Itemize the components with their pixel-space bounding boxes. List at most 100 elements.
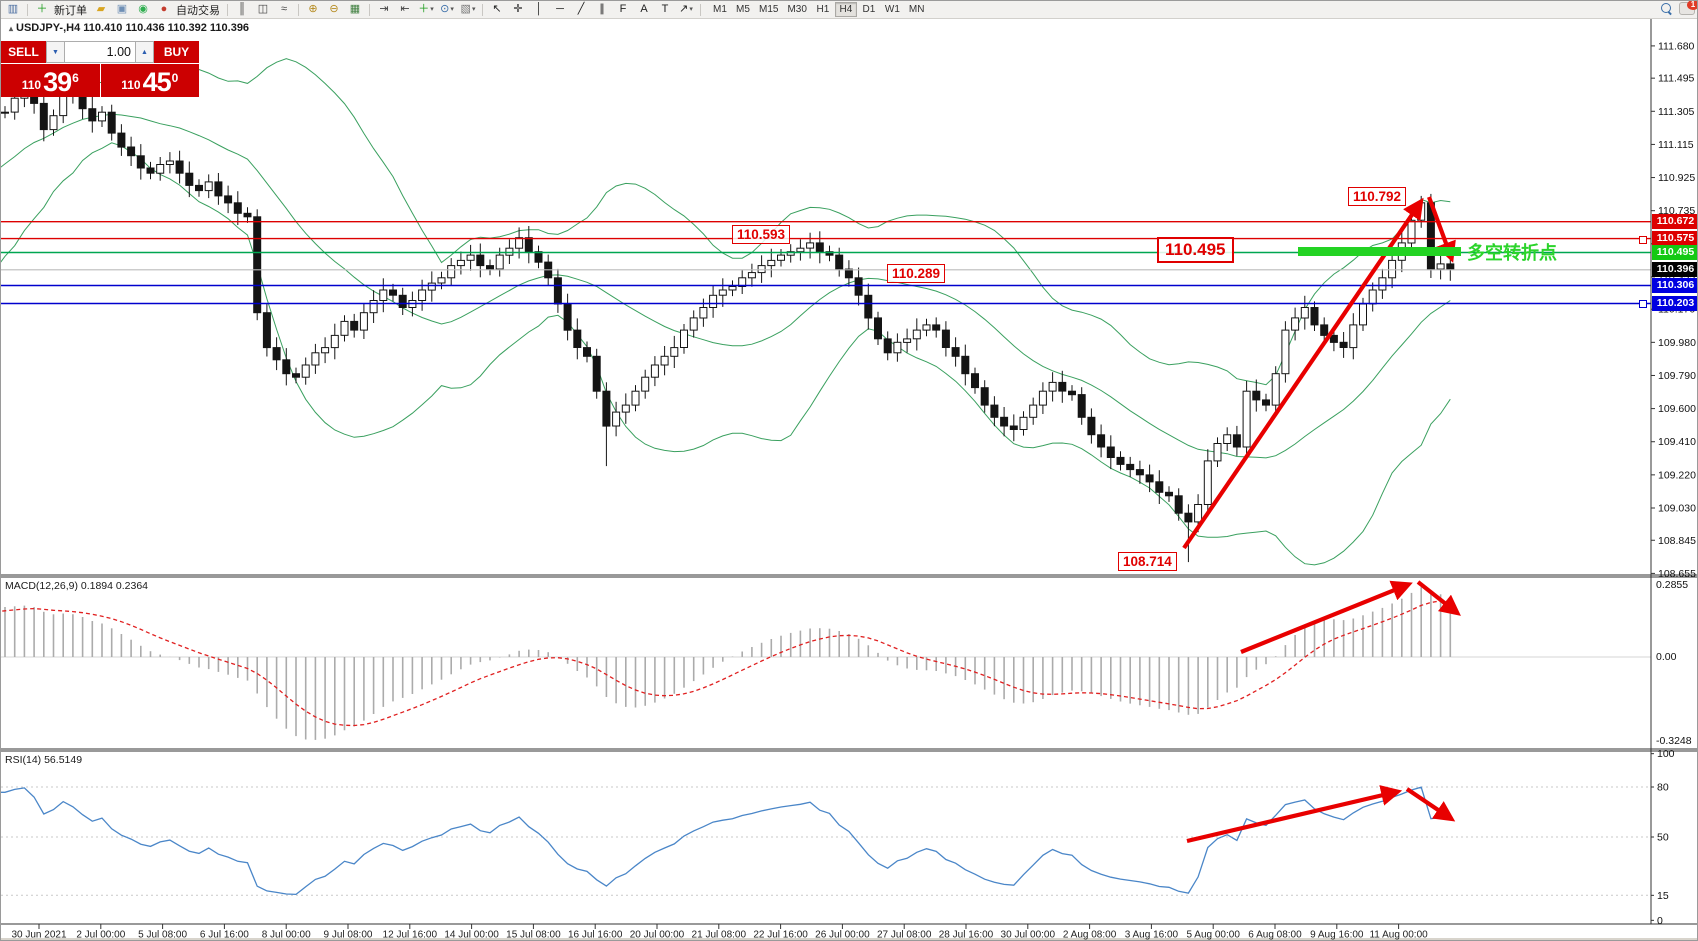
dropdown-caret-icon[interactable]: ▾ <box>430 2 434 17</box>
price-annotation-110-495[interactable]: 110.495 <box>1157 237 1234 263</box>
indicators-icon[interactable]: ＋▾ <box>416 1 436 18</box>
svg-text:27 Jul 08:00: 27 Jul 08:00 <box>877 930 932 941</box>
text-icon[interactable]: A <box>634 1 654 18</box>
notifications-icon[interactable]: 1 <box>1679 2 1695 15</box>
autotrading-icon[interactable]: ● <box>154 1 174 18</box>
svg-text:109.980: 109.980 <box>1658 337 1696 349</box>
support-bar-annotation[interactable] <box>1298 247 1461 256</box>
price-tag-110.672: 110.672 <box>1652 214 1698 229</box>
svg-text:111.115: 111.115 <box>1658 139 1694 151</box>
svg-text:109.220: 109.220 <box>1658 469 1696 481</box>
rsi-up-trend-arrow[interactable] <box>1187 792 1396 841</box>
timeframe-w1[interactable]: W1 <box>881 2 904 17</box>
vertical-line-icon[interactable]: │ <box>529 1 549 18</box>
price-annotation-110-289[interactable]: 110.289 <box>887 264 945 283</box>
chart-window-icon[interactable]: ▥ <box>3 1 23 18</box>
price-annotation-108-714[interactable]: 108.714 <box>1118 552 1177 571</box>
templates-icon[interactable]: ▧▾ <box>458 1 478 18</box>
svg-text:111.305: 111.305 <box>1658 106 1695 118</box>
svg-text:28 Jul 16:00: 28 Jul 16:00 <box>939 930 994 941</box>
virtual-hosting-icon[interactable]: ▣ <box>112 1 132 18</box>
level-handle[interactable] <box>1639 236 1647 244</box>
volume-decrease-button[interactable]: ▼ <box>46 41 65 63</box>
bollinger-bands <box>1 59 1450 565</box>
svg-text:30 Jun 2021: 30 Jun 2021 <box>11 930 66 941</box>
bar-chart-icon[interactable]: ║ <box>232 1 252 18</box>
symbol-ohlc-text: USDJPY-,H4 110.410 110.436 110.392 110.3… <box>16 22 249 34</box>
trendline-icon[interactable]: ╱ <box>571 1 591 18</box>
horizontal-line-icon[interactable]: ─ <box>550 1 570 18</box>
mt4-window: 111.680111.495111.305111.115110.925110.7… <box>0 0 1698 941</box>
timeframe-h1[interactable]: H1 <box>812 2 834 17</box>
signals-icon[interactable]: ◉ <box>133 1 153 18</box>
buy-price-button[interactable]: 110450 <box>101 64 200 97</box>
arrows-icon[interactable]: ↗▾ <box>676 1 696 18</box>
candlestick-chart-icon[interactable]: ◫ <box>253 1 273 18</box>
svg-text:12 Jul 16:00: 12 Jul 16:00 <box>383 930 438 941</box>
volume-increase-button[interactable]: ▲ <box>135 41 154 63</box>
level-handle[interactable] <box>1639 300 1647 308</box>
gold-bars-icon[interactable]: ▰ <box>91 1 111 18</box>
price-annotation-110-792[interactable]: 110.792 <box>1348 187 1406 206</box>
symbol-icon: ▴ <box>9 24 13 33</box>
rsi-down-arrow[interactable] <box>1407 789 1450 818</box>
timeframe-m15[interactable]: M15 <box>755 2 782 17</box>
macd-label: MACD(12,26,9) 0.1894 0.2364 <box>5 580 148 592</box>
timeframe-mn[interactable]: MN <box>905 2 929 17</box>
svg-text:9 Jul 08:00: 9 Jul 08:00 <box>324 930 373 941</box>
price-axis-labels: 111.680111.495111.305111.115110.925110.7… <box>1651 40 1696 926</box>
toolbar-separator <box>227 4 228 16</box>
timeframe-m5[interactable]: M5 <box>732 2 754 17</box>
buy-price-prefix: 110 <box>121 75 140 95</box>
svg-text:50: 50 <box>1657 832 1669 844</box>
toolbar-separator <box>482 4 483 16</box>
text-label-icon[interactable]: T <box>655 1 675 18</box>
svg-text:16 Jul 16:00: 16 Jul 16:00 <box>568 930 623 941</box>
price-annotation-110-593[interactable]: 110.593 <box>732 225 790 244</box>
cursor-icon[interactable]: ↖ <box>487 1 507 18</box>
new-order-icon[interactable]: ＋ <box>32 1 52 18</box>
timeframe-m1[interactable]: M1 <box>709 2 731 17</box>
timeframe-toolbar: M1M5M15M30H1H4D1W1MN <box>709 2 928 17</box>
timeframe-m30[interactable]: M30 <box>783 2 810 17</box>
dropdown-caret-icon[interactable]: ▾ <box>689 2 693 17</box>
dropdown-caret-icon[interactable]: ▾ <box>450 2 454 17</box>
buy-button[interactable]: BUY <box>154 41 199 63</box>
svg-text:26 Jul 00:00: 26 Jul 00:00 <box>815 930 870 941</box>
svg-text:5 Jul 08:00: 5 Jul 08:00 <box>138 930 187 941</box>
crosshair-icon[interactable]: ✛ <box>508 1 528 18</box>
dropdown-caret-icon[interactable]: ▾ <box>472 2 476 17</box>
price-tag-110.495: 110.495 <box>1652 245 1698 260</box>
zoom-in-icon[interactable]: ⊕ <box>303 1 323 18</box>
price-tag-110.575: 110.575 <box>1652 231 1698 246</box>
zoom-out-icon[interactable]: ⊖ <box>324 1 344 18</box>
timeframe-h4[interactable]: H4 <box>835 2 857 17</box>
macd-down-arrow[interactable] <box>1418 582 1456 612</box>
sell-price-sup: 6 <box>72 73 79 83</box>
chart-canvas[interactable]: 111.680111.495111.305111.115110.925110.7… <box>1 1 1698 941</box>
toolbar-separator <box>700 4 701 16</box>
one-click-trading-panel: SELL ▼ 1.00 ▲ BUY 110396 110450 <box>1 41 199 97</box>
svg-text:5 Aug 00:00: 5 Aug 00:00 <box>1187 930 1241 941</box>
tile-windows-icon[interactable]: ▦ <box>345 1 365 18</box>
fibonacci-icon[interactable]: F <box>613 1 633 18</box>
periods-icon[interactable]: ⊙▾ <box>437 1 457 18</box>
buy-price-sup: 0 <box>172 73 179 83</box>
turning-point-label[interactable]: 多空转折点 <box>1467 239 1557 265</box>
autotrading-label: 自动交易 <box>176 2 220 18</box>
macd-histogram <box>5 587 1450 740</box>
svg-text:30 Jul 00:00: 30 Jul 00:00 <box>1001 930 1056 941</box>
toolbar-items: ▥＋新订单▰▣◉●自动交易║◫≈⊕⊖▦⇥⇤＋▾⊙▾▧▾↖✛│─╱∥FAT↗▾ <box>3 1 704 18</box>
timeframe-d1[interactable]: D1 <box>858 2 880 17</box>
sell-price-button[interactable]: 110396 <box>1 64 100 97</box>
sell-button[interactable]: SELL <box>1 41 46 63</box>
auto-scroll-icon[interactable]: ⇥ <box>374 1 394 18</box>
volume-input[interactable]: 1.00 <box>65 41 135 63</box>
line-chart-icon[interactable]: ≈ <box>274 1 294 18</box>
chart-shift-icon[interactable]: ⇤ <box>395 1 415 18</box>
equidistant-channel-icon[interactable]: ∥ <box>592 1 612 18</box>
svg-text:2 Jul 00:00: 2 Jul 00:00 <box>76 930 125 941</box>
svg-text:15: 15 <box>1657 890 1669 902</box>
search-icon[interactable] <box>1661 3 1673 15</box>
candlesticks <box>1 77 1454 562</box>
